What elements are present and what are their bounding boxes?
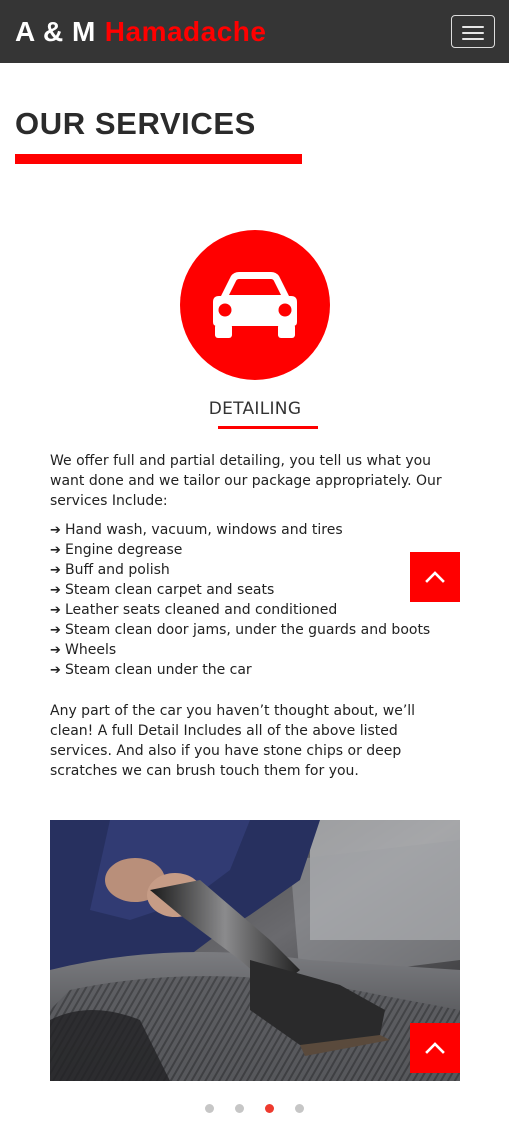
back-to-top-button[interactable] xyxy=(410,1023,460,1073)
arrow-right-icon: ➔ xyxy=(50,563,61,578)
section-title-underline xyxy=(15,154,302,164)
service-heading-underline xyxy=(218,426,318,429)
arrow-right-icon: ➔ xyxy=(50,543,61,558)
service-heading: DETAILING xyxy=(208,399,302,419)
service-photo xyxy=(50,820,460,1081)
arrow-right-icon: ➔ xyxy=(50,643,61,658)
service-outro-text: Any part of the car you haven’t thought … xyxy=(50,703,416,779)
top-navbar: A & M Hamadache xyxy=(0,0,509,63)
carousel-indicators xyxy=(0,1104,509,1114)
chevron-up-icon xyxy=(425,571,445,583)
service-list: ➔ Hand wash, vacuum, windows and tires ➔ E… xyxy=(50,520,460,680)
brand-logo[interactable]: A & M Hamadache xyxy=(15,15,266,49)
chevron-up-icon xyxy=(425,1042,445,1054)
arrow-right-icon: ➔ xyxy=(50,583,61,598)
list-item: ➔ Engine degrease xyxy=(50,540,460,560)
arrow-right-icon: ➔ xyxy=(50,623,61,638)
list-item: ➔ Leather seats cleaned and conditioned xyxy=(50,600,460,620)
menu-toggle-button[interactable] xyxy=(451,15,495,48)
service-icon-circle xyxy=(180,230,330,380)
arrow-right-icon: ➔ xyxy=(50,663,61,678)
vacuum-photo-illustration xyxy=(50,820,460,1081)
carousel-dot-4[interactable] xyxy=(295,1104,304,1113)
arrow-right-icon: ➔ xyxy=(50,603,61,618)
back-to-top-button[interactable] xyxy=(410,552,460,602)
list-item: ➔ Steam clean carpet and seats xyxy=(50,580,460,600)
brand-name-second: Hamadache xyxy=(104,16,267,47)
list-item: ➔ Steam clean under the car xyxy=(50,660,460,680)
list-item: ➔ Buff and polish xyxy=(50,560,460,580)
section-title: OUR SERVICES xyxy=(15,106,256,141)
carousel-dot-2[interactable] xyxy=(235,1104,244,1113)
list-item: ➔ Wheels xyxy=(50,640,460,660)
car-icon xyxy=(213,272,297,338)
carousel-dot-3[interactable] xyxy=(265,1104,274,1113)
list-item: ➔ Hand wash, vacuum, windows and tires xyxy=(50,520,460,540)
service-intro-text: We offer full and partial detailing, you… xyxy=(50,453,442,509)
brand-name-first: A & M xyxy=(15,16,96,47)
carousel-dot-1[interactable] xyxy=(205,1104,214,1113)
list-item: ➔ Steam clean door jams, under the guards… xyxy=(50,620,460,640)
arrow-right-icon: ➔ xyxy=(50,523,61,538)
